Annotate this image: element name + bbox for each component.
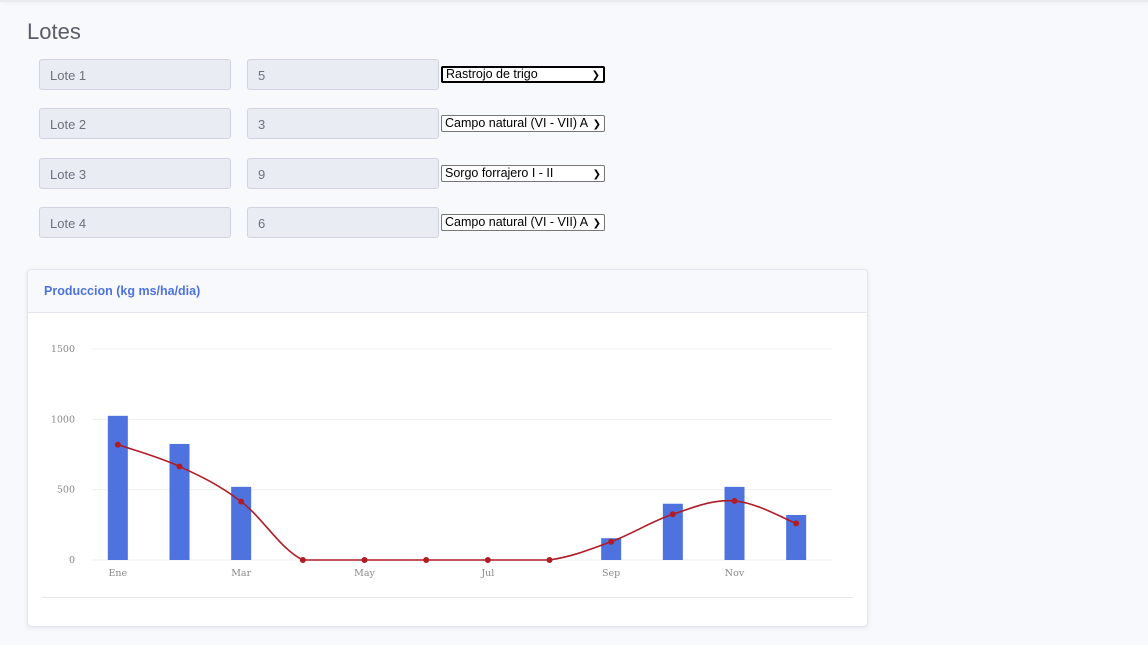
lote-row: Lote 3 9 Sorgo forrajero I - II ❯ bbox=[39, 158, 619, 189]
x-tick-label: Mar bbox=[231, 568, 251, 579]
chevron-down-icon: ❯ bbox=[592, 218, 601, 229]
line-point bbox=[114, 441, 121, 448]
pasture-select-value: Campo natural (VI - VII) A bbox=[445, 215, 589, 229]
lote-value-field[interactable]: 9 bbox=[247, 158, 439, 189]
lote-name-field[interactable]: Lote 2 bbox=[39, 108, 231, 139]
lote-name-field[interactable]: Lote 1 bbox=[39, 59, 231, 90]
pasture-select-value: Sorgo forrajero I - II bbox=[445, 166, 554, 180]
lote-row: Lote 2 3 Campo natural (VI - VII) A ❯ bbox=[39, 108, 619, 139]
lote-value-field[interactable]: 6 bbox=[247, 207, 439, 238]
y-tick-label: 1000 bbox=[51, 414, 75, 425]
line-point bbox=[608, 538, 615, 545]
x-tick-label: Ene bbox=[108, 568, 127, 579]
pasture-select[interactable]: Campo natural (VI - VII) A ❯ bbox=[441, 214, 605, 231]
lote-name-field[interactable]: Lote 4 bbox=[39, 207, 231, 238]
x-tick-label: Jul bbox=[480, 568, 494, 579]
chevron-down-icon: ❯ bbox=[591, 70, 600, 81]
bar bbox=[231, 486, 252, 560]
line-point bbox=[176, 463, 183, 470]
line-point bbox=[669, 511, 676, 518]
y-tick-label: 0 bbox=[69, 555, 75, 566]
pasture-select[interactable]: Sorgo forrajero I - II ❯ bbox=[441, 165, 605, 182]
lote-value-field[interactable]: 3 bbox=[247, 108, 439, 139]
lote-value-field[interactable]: 5 bbox=[247, 59, 439, 90]
lote-row: Lote 4 6 Campo natural (VI - VII) A ❯ bbox=[39, 207, 619, 238]
card-divider bbox=[42, 597, 853, 598]
line-point bbox=[546, 557, 553, 563]
top-bar bbox=[0, 0, 1148, 2]
bar bbox=[169, 443, 190, 560]
pasture-select-value: Campo natural (VI - VII) A bbox=[445, 116, 589, 130]
line-point bbox=[484, 557, 491, 563]
x-tick-label: Sep bbox=[602, 568, 620, 579]
bar bbox=[724, 486, 745, 560]
line-point bbox=[731, 497, 738, 504]
pasture-select[interactable]: Campo natural (VI - VII) A ❯ bbox=[441, 115, 605, 132]
chevron-down-icon: ❯ bbox=[592, 119, 601, 130]
line-point bbox=[361, 557, 368, 563]
pasture-select[interactable]: Rastrojo de trigo ❯ bbox=[441, 66, 605, 83]
y-tick-label: 1500 bbox=[51, 344, 75, 355]
x-tick-label: May bbox=[354, 568, 375, 579]
x-tick-label: Nov bbox=[725, 568, 745, 579]
lote-name-field[interactable]: Lote 3 bbox=[39, 158, 231, 189]
production-card: Produccion (kg ms/ha/dia) 0 500 1000 1500 En… bbox=[27, 269, 868, 627]
line-point bbox=[423, 557, 430, 563]
line-point bbox=[793, 520, 800, 527]
series-line bbox=[117, 443, 797, 561]
pasture-select-value: Rastrojo de trigo bbox=[446, 67, 538, 81]
bar bbox=[107, 415, 128, 560]
line-point bbox=[238, 498, 245, 505]
production-chart: 0 500 1000 1500 Ene Mar May Jul Sep Nov bbox=[51, 344, 832, 579]
lote-row: Lote 1 5 Rastrojo de trigo ❯ bbox=[39, 59, 619, 90]
chevron-down-icon: ❯ bbox=[592, 169, 601, 180]
line-point bbox=[299, 557, 306, 563]
y-tick-label: 500 bbox=[57, 485, 75, 496]
page-title: Lotes bbox=[27, 19, 81, 44]
